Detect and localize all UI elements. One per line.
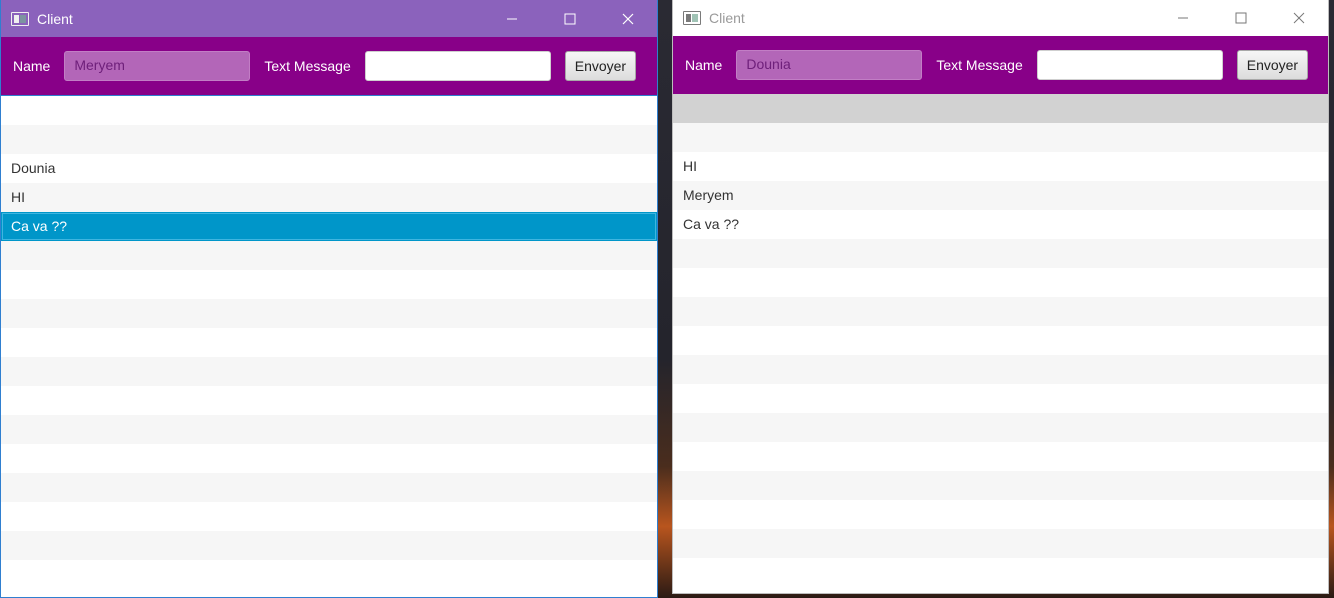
- list-item[interactable]: [673, 297, 1328, 326]
- list-item[interactable]: [1, 270, 657, 299]
- list-item[interactable]: [673, 123, 1328, 152]
- list-item[interactable]: [1, 473, 657, 502]
- list-item[interactable]: HI: [673, 152, 1328, 181]
- list-item[interactable]: [1, 560, 657, 589]
- client-window-left: Client Name Meryem Text Message Envoyer …: [0, 0, 658, 598]
- name-label: Name: [685, 57, 723, 73]
- list-item[interactable]: HI: [1, 183, 657, 212]
- maximize-icon: [1235, 12, 1247, 24]
- list-item[interactable]: [673, 413, 1328, 442]
- list-item[interactable]: [1, 502, 657, 531]
- window-title: Client: [709, 10, 745, 26]
- list-item[interactable]: [673, 529, 1328, 558]
- list-item[interactable]: [1, 531, 657, 560]
- list-item[interactable]: [673, 384, 1328, 413]
- maximize-icon: [564, 13, 576, 24]
- name-label: Name: [13, 58, 51, 74]
- list-item[interactable]: [1, 357, 657, 386]
- name-field[interactable]: Dounia: [736, 50, 923, 80]
- messages-list[interactable]: Dounia HI Ca va ??: [1, 95, 657, 589]
- text-message-label: Text Message: [264, 58, 351, 74]
- window-controls: [1154, 0, 1328, 36]
- list-item[interactable]: [1, 299, 657, 328]
- text-message-input[interactable]: [1036, 50, 1223, 80]
- maximize-button[interactable]: [541, 0, 599, 37]
- text-message-input[interactable]: [364, 51, 551, 81]
- list-item[interactable]: [1, 444, 657, 473]
- list-item[interactable]: [673, 558, 1328, 587]
- list-item[interactable]: [1, 328, 657, 357]
- text-message-label: Text Message: [936, 57, 1023, 73]
- message-toolbar: Name Meryem Text Message Envoyer: [1, 37, 657, 95]
- list-item[interactable]: [1, 386, 657, 415]
- name-field[interactable]: Meryem: [64, 51, 251, 81]
- list-item[interactable]: Ca va ??: [1, 212, 657, 241]
- envoyer-button[interactable]: Envoyer: [564, 51, 637, 81]
- title-bar[interactable]: Client: [673, 0, 1328, 36]
- minimize-button[interactable]: [483, 0, 541, 37]
- list-item[interactable]: [673, 268, 1328, 297]
- list-item[interactable]: [1, 241, 657, 270]
- minimize-icon: [1178, 17, 1188, 19]
- message-toolbar: Name Dounia Text Message Envoyer: [673, 36, 1328, 94]
- app-icon: [11, 11, 29, 26]
- list-item[interactable]: [673, 442, 1328, 471]
- messages-list[interactable]: HI Meryem Ca va ??: [673, 94, 1328, 587]
- close-icon: [622, 13, 634, 24]
- list-item[interactable]: [1, 125, 657, 154]
- list-item[interactable]: Meryem: [673, 181, 1328, 210]
- envoyer-button[interactable]: Envoyer: [1236, 50, 1309, 80]
- close-button[interactable]: [1270, 0, 1328, 36]
- list-item[interactable]: Ca va ??: [673, 210, 1328, 239]
- minimize-button[interactable]: [1154, 0, 1212, 36]
- maximize-button[interactable]: [1212, 0, 1270, 36]
- window-title: Client: [37, 10, 73, 27]
- list-item[interactable]: [673, 239, 1328, 268]
- client-window-right: Client Name Dounia Text Message Envoyer …: [672, 0, 1329, 594]
- list-item[interactable]: [673, 471, 1328, 500]
- close-button[interactable]: [599, 0, 657, 37]
- app-icon: [683, 11, 701, 25]
- list-item[interactable]: [673, 326, 1328, 355]
- list-item[interactable]: [673, 355, 1328, 384]
- title-bar[interactable]: Client: [1, 0, 657, 37]
- close-icon: [1293, 12, 1305, 24]
- list-item[interactable]: [673, 94, 1328, 123]
- list-item[interactable]: [1, 415, 657, 444]
- minimize-icon: [507, 18, 517, 19]
- window-controls: [483, 0, 657, 37]
- list-item[interactable]: Dounia: [1, 154, 657, 183]
- list-item[interactable]: [1, 96, 657, 125]
- list-item[interactable]: [673, 500, 1328, 529]
